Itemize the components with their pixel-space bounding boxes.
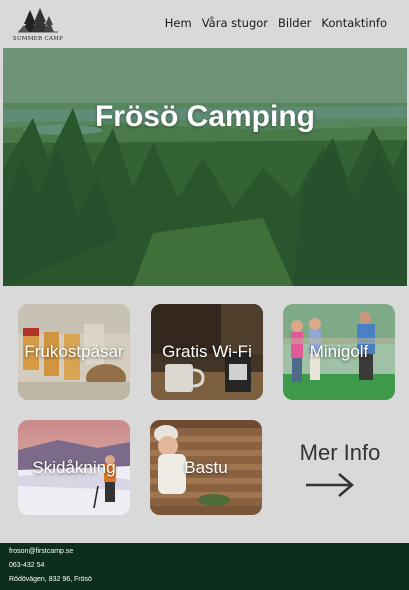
tile-label: Skidåkning: [32, 458, 116, 477]
tile-minigolf[interactable]: Minigolf: [283, 304, 395, 400]
tile-label: Minigolf: [309, 342, 369, 361]
footer-phone[interactable]: 063-432 54: [9, 562, 44, 569]
logo-text: SUMMER CAMP: [12, 36, 64, 42]
arrow-right-icon: [306, 473, 354, 497]
hero-landscape-image: [3, 48, 407, 286]
nav-item-cabins[interactable]: Våra stugor: [202, 16, 268, 30]
tree-logo-icon: [18, 8, 58, 33]
logo[interactable]: SUMMER CAMP: [12, 6, 64, 44]
tile-skiing[interactable]: Skidåkning: [18, 420, 130, 515]
footer-email[interactable]: froson@firstcamp.se: [9, 548, 73, 555]
footer-address: Rödövägen, 832 96, Frösö: [9, 576, 92, 583]
nav-item-home[interactable]: Hem: [165, 16, 192, 30]
nav-item-pictures[interactable]: Bilder: [278, 16, 311, 30]
site-footer: froson@firstcamp.se 063-432 54 Rödövägen…: [0, 543, 409, 590]
hero-banner: Frösö Camping: [3, 48, 407, 286]
site-header: SUMMER CAMP Hem Våra stugor Bilder Konta…: [0, 0, 409, 48]
tile-free-wifi[interactable]: Gratis Wi-Fi: [151, 304, 263, 400]
nav-item-contact[interactable]: Kontaktinfo: [321, 16, 387, 30]
tile-breakfast-bags[interactable]: Frukostpåsar: [18, 304, 130, 400]
hero-title: Frösö Camping: [94, 100, 315, 133]
tile-label: Bastu: [184, 458, 228, 477]
main-nav: Hem Våra stugor Bilder Kontaktinfo: [165, 16, 387, 30]
tile-label: Frukostpåsar: [24, 342, 124, 361]
tile-sauna[interactable]: Bastu: [150, 420, 262, 515]
tile-label: Gratis Wi-Fi: [162, 342, 252, 361]
more-info-link[interactable]: Mer Info: [285, 440, 395, 500]
more-info-label: Mer Info: [299, 440, 381, 465]
